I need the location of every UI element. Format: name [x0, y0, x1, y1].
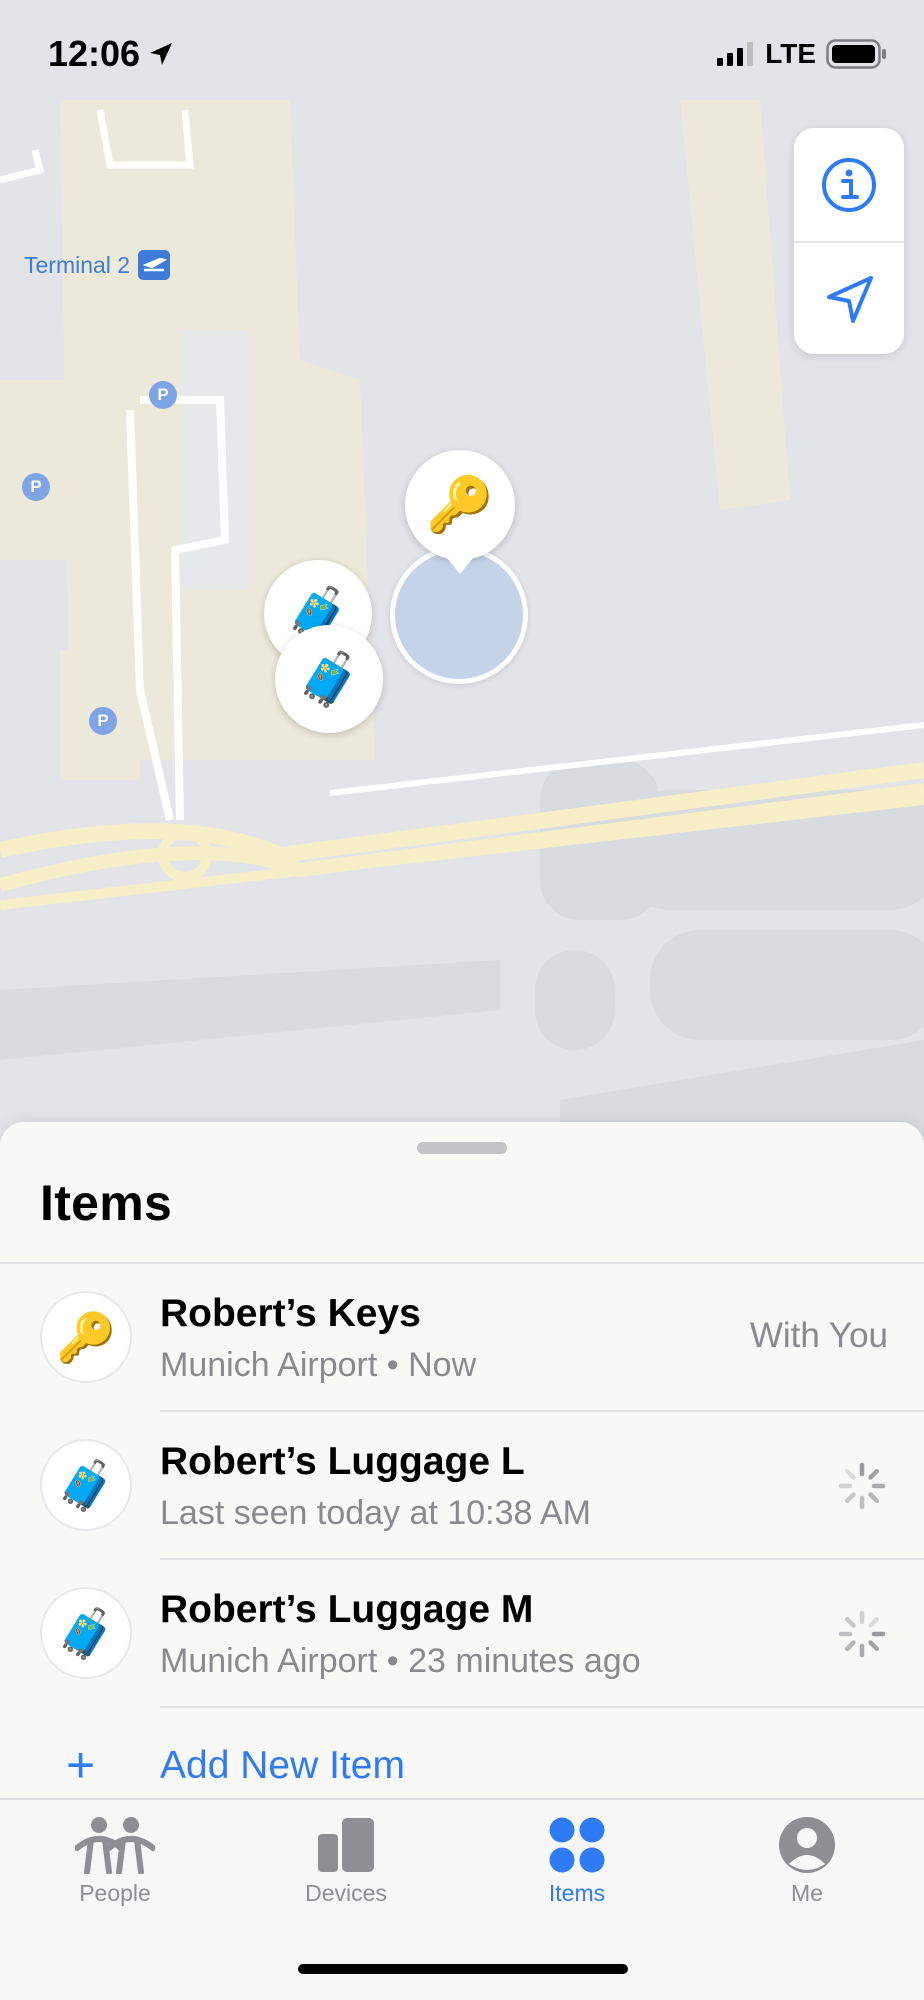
- luggage-map-pin[interactable]: 🧳: [275, 625, 383, 733]
- network-type: LTE: [765, 38, 816, 69]
- key-map-pin[interactable]: 🔑: [405, 450, 515, 574]
- item-avatar: 🔑: [40, 1291, 132, 1383]
- battery-icon: [826, 39, 886, 69]
- tab-me[interactable]: Me: [727, 1816, 887, 1907]
- item-avatar: 🧳: [40, 1439, 132, 1531]
- current-location-button[interactable]: [794, 243, 904, 354]
- items-icon: [549, 1817, 605, 1873]
- tab-label: Me: [791, 1880, 823, 1906]
- key-icon: 🔑: [426, 474, 494, 535]
- signal-icon: [717, 42, 754, 66]
- status-time: 12:06: [48, 33, 174, 75]
- parking-icon[interactable]: P: [149, 381, 177, 409]
- key-icon: 🔑: [56, 1311, 116, 1365]
- sheet-grabber[interactable]: [417, 1142, 507, 1154]
- tab-label: People: [79, 1880, 151, 1906]
- item-name: Robert’s Keys: [160, 1292, 421, 1335]
- tab-devices[interactable]: Devices: [266, 1816, 426, 1907]
- loading-spinner-icon: [838, 1610, 886, 1658]
- items-sheet: Items 🔑 Robert’s Keys Munich Airport • N…: [0, 1122, 924, 1800]
- people-icon: [75, 1817, 155, 1874]
- luggage-icon: 🧳: [56, 1607, 116, 1661]
- info-icon: [822, 157, 876, 212]
- item-subtitle: Munich Airport • 23 minutes ago: [160, 1642, 641, 1680]
- tab-items[interactable]: Items: [497, 1816, 657, 1907]
- row-separator: [160, 1706, 924, 1708]
- terminal-label-text: Terminal 2: [24, 251, 131, 278]
- item-row-luggage-l[interactable]: 🧳 Robert’s Luggage L Last seen today at …: [0, 1412, 924, 1560]
- tab-label: Devices: [305, 1880, 387, 1906]
- item-status: With You: [749, 1316, 888, 1355]
- item-name: Robert’s Luggage L: [160, 1440, 525, 1483]
- map-controls: [794, 128, 904, 354]
- parking-icon[interactable]: P: [22, 473, 50, 501]
- map-view[interactable]: Terminal 2 P P P 🔑 🧳 🧳: [0, 0, 924, 1140]
- status-indicators: LTE: [717, 38, 888, 70]
- terminal-label[interactable]: Terminal 2: [24, 250, 171, 280]
- add-new-item-label: Add New Item: [160, 1744, 405, 1787]
- sheet-title: Items: [40, 1175, 173, 1231]
- profile-icon: [779, 1817, 835, 1873]
- plane-icon: [138, 250, 171, 280]
- parking-icon[interactable]: P: [89, 707, 117, 735]
- add-new-item-button[interactable]: + Add New Item: [0, 1732, 924, 1800]
- location-arrow-icon: [827, 275, 873, 323]
- status-bar: 12:06 LTE: [0, 0, 924, 108]
- plus-icon: +: [66, 1737, 96, 1793]
- luggage-icon: 🧳: [296, 650, 362, 709]
- tab-label: Items: [548, 1880, 606, 1906]
- info-button[interactable]: [794, 128, 904, 241]
- location-services-icon: [150, 43, 173, 65]
- clock-text: 12:06: [48, 33, 141, 74]
- item-subtitle: Munich Airport • Now: [160, 1346, 477, 1384]
- home-indicator[interactable]: [298, 1964, 628, 1974]
- luggage-icon: 🧳: [56, 1459, 116, 1513]
- item-subtitle: Last seen today at 10:38 AM: [160, 1494, 591, 1532]
- item-row-luggage-m[interactable]: 🧳 Robert’s Luggage M Munich Airport • 23…: [0, 1560, 924, 1708]
- devices-icon: [318, 1818, 374, 1872]
- tab-people[interactable]: People: [35, 1816, 195, 1907]
- item-name: Robert’s Luggage M: [160, 1588, 534, 1631]
- item-avatar: 🧳: [40, 1587, 132, 1679]
- loading-spinner-icon: [838, 1462, 886, 1510]
- item-row-keys[interactable]: 🔑 Robert’s Keys Munich Airport • Now Wit…: [0, 1264, 924, 1412]
